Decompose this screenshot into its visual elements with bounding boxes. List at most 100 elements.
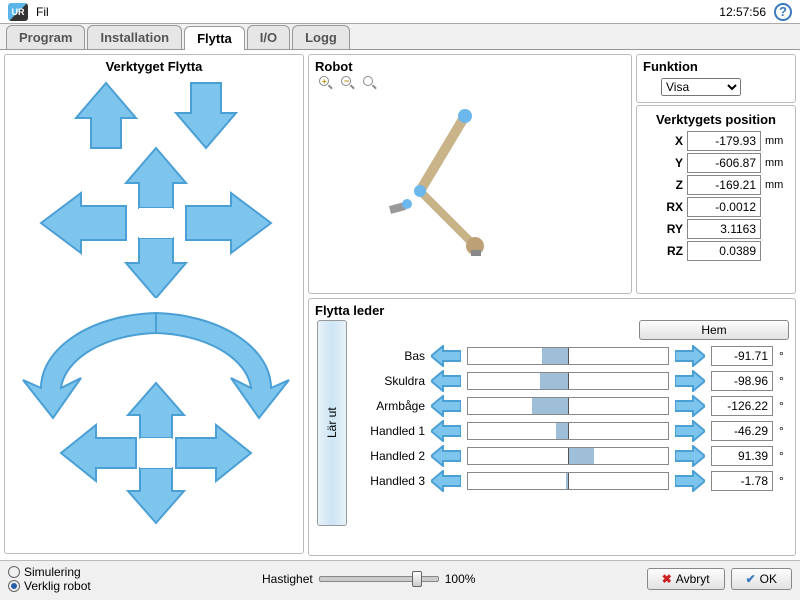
slider-handle-icon[interactable] bbox=[412, 571, 422, 587]
joint-label: Handled 2 bbox=[353, 449, 425, 463]
tab-program[interactable]: Program bbox=[6, 25, 85, 49]
feature-select[interactable]: Visa bbox=[661, 78, 741, 96]
tcp-x-value[interactable]: -179.93 bbox=[687, 131, 761, 151]
joint-label: Bas bbox=[353, 349, 425, 363]
jog-minus-icon[interactable] bbox=[431, 470, 461, 492]
tcp-x-label: X bbox=[657, 134, 683, 148]
joint-value[interactable]: -1.78 bbox=[711, 471, 773, 491]
footer: Simulering Verklig robot Hastighet 100% … bbox=[0, 560, 800, 596]
tcp-z-value[interactable]: -169.21 bbox=[687, 175, 761, 195]
tab-installation[interactable]: Installation bbox=[87, 25, 182, 49]
jog-plus-icon[interactable] bbox=[675, 370, 705, 392]
robot-view-title: Robot bbox=[315, 59, 625, 74]
radio-real-robot[interactable]: Verklig robot bbox=[8, 579, 91, 593]
arrow-rx-minus-icon[interactable] bbox=[61, 425, 136, 481]
tcp-title: Verktygets position bbox=[643, 112, 789, 127]
help-icon[interactable]: ? bbox=[774, 3, 792, 21]
jog-plus-icon[interactable] bbox=[675, 345, 705, 367]
arrow-rz-cw-icon[interactable] bbox=[156, 313, 289, 418]
joint-row-base: Bas -91.71° bbox=[353, 345, 789, 367]
joints-title: Flytta leder bbox=[315, 303, 789, 318]
joint-bar bbox=[467, 472, 669, 490]
cancel-button[interactable]: ✖Avbryt bbox=[647, 568, 725, 590]
jog-minus-icon[interactable] bbox=[431, 420, 461, 442]
jog-plus-icon[interactable] bbox=[675, 445, 705, 467]
arrow-x-minus-icon[interactable] bbox=[41, 193, 126, 253]
tab-log[interactable]: Logg bbox=[292, 25, 350, 49]
jog-plus-icon[interactable] bbox=[675, 470, 705, 492]
joint-bar bbox=[467, 447, 669, 465]
tcp-panel: Verktygets position X-179.93mm Y-606.87m… bbox=[636, 105, 796, 294]
joint-row-w1: Handled 1 -46.29° bbox=[353, 420, 789, 442]
freedrive-button[interactable]: Lär ut bbox=[317, 320, 347, 526]
joint-label: Skuldra bbox=[353, 374, 425, 388]
arrow-rx-plus-icon[interactable] bbox=[176, 425, 251, 481]
logo-icon: UR bbox=[8, 3, 28, 21]
joint-row-w3: Handled 3 -1.78° bbox=[353, 470, 789, 492]
tab-move[interactable]: Flytta bbox=[184, 26, 245, 50]
joint-value[interactable]: -98.96 bbox=[711, 371, 773, 391]
joint-label: Handled 3 bbox=[353, 474, 425, 488]
tcp-rx-value[interactable]: -0.0012 bbox=[687, 197, 761, 217]
joint-label: Handled 1 bbox=[353, 424, 425, 438]
zoom-in-icon[interactable]: + bbox=[319, 76, 335, 92]
radio-simulation[interactable]: Simulering bbox=[8, 565, 91, 579]
arrow-z-up-icon[interactable] bbox=[76, 83, 136, 148]
tcp-rz-label: RZ bbox=[657, 244, 683, 258]
jog-plus-icon[interactable] bbox=[675, 395, 705, 417]
joint-value[interactable]: 91.39 bbox=[711, 446, 773, 466]
joint-bar bbox=[467, 422, 669, 440]
move-tool-panel: Verktyget Flytta bbox=[4, 54, 304, 554]
speed-value: 100% bbox=[445, 572, 476, 586]
speed-slider[interactable] bbox=[319, 576, 439, 582]
arrow-ry-minus-icon[interactable] bbox=[128, 468, 184, 523]
zoom-out-icon[interactable]: − bbox=[341, 76, 357, 92]
robot-3d-view[interactable] bbox=[315, 96, 625, 266]
tab-strip: Program Installation Flytta I/O Logg bbox=[0, 24, 800, 50]
joint-label: Armbåge bbox=[353, 399, 425, 413]
zoom-reset-icon[interactable] bbox=[363, 76, 379, 92]
joint-bar bbox=[467, 397, 669, 415]
joint-value[interactable]: -46.29 bbox=[711, 421, 773, 441]
speed-label: Hastighet bbox=[262, 572, 313, 586]
arrow-y-minus-icon[interactable] bbox=[126, 148, 186, 208]
joints-panel: Flytta leder Lär ut Hem Bas -91.71° Skul… bbox=[308, 298, 796, 556]
menu-file[interactable]: Fil bbox=[36, 5, 49, 19]
tcp-y-label: Y bbox=[657, 156, 683, 170]
arrow-x-plus-icon[interactable] bbox=[186, 193, 271, 253]
arrow-y-plus-icon[interactable] bbox=[126, 238, 186, 298]
arrow-ry-plus-icon[interactable] bbox=[128, 383, 184, 438]
joint-row-shoulder: Skuldra -98.96° bbox=[353, 370, 789, 392]
jog-minus-icon[interactable] bbox=[431, 370, 461, 392]
tab-io[interactable]: I/O bbox=[247, 25, 290, 49]
tcp-ry-label: RY bbox=[657, 222, 683, 236]
jog-minus-icon[interactable] bbox=[431, 395, 461, 417]
joint-value[interactable]: -91.71 bbox=[711, 346, 773, 366]
robot-view-panel: Robot + − bbox=[308, 54, 632, 294]
jog-plus-icon[interactable] bbox=[675, 420, 705, 442]
ok-button[interactable]: ✔OK bbox=[731, 568, 792, 590]
x-icon: ✖ bbox=[662, 572, 672, 586]
tcp-rx-label: RX bbox=[657, 200, 683, 214]
arrow-z-down-icon[interactable] bbox=[176, 83, 236, 148]
jog-minus-icon[interactable] bbox=[431, 445, 461, 467]
tcp-rz-value[interactable]: 0.0389 bbox=[687, 241, 761, 261]
joint-value[interactable]: -126.22 bbox=[711, 396, 773, 416]
main-content: Verktyget Flytta bbox=[0, 50, 800, 560]
check-icon: ✔ bbox=[746, 572, 756, 586]
feature-title: Funktion bbox=[643, 59, 789, 74]
jog-minus-icon[interactable] bbox=[431, 345, 461, 367]
clock: 12:57:56 bbox=[719, 5, 766, 19]
arrow-rz-ccw-icon[interactable] bbox=[23, 313, 156, 418]
joint-bar bbox=[467, 347, 669, 365]
move-tool-title: Verktyget Flytta bbox=[106, 59, 203, 74]
joint-row-w2: Handled 2 91.39° bbox=[353, 445, 789, 467]
joint-row-elbow: Armbåge -126.22° bbox=[353, 395, 789, 417]
feature-panel: Funktion Visa bbox=[636, 54, 796, 103]
title-bar: UR Fil 12:57:56 ? bbox=[0, 0, 800, 24]
home-button[interactable]: Hem bbox=[639, 320, 789, 340]
joint-bar bbox=[467, 372, 669, 390]
tcp-y-value[interactable]: -606.87 bbox=[687, 153, 761, 173]
tcp-ry-value[interactable]: 3.1163 bbox=[687, 219, 761, 239]
tcp-z-label: Z bbox=[657, 178, 683, 192]
